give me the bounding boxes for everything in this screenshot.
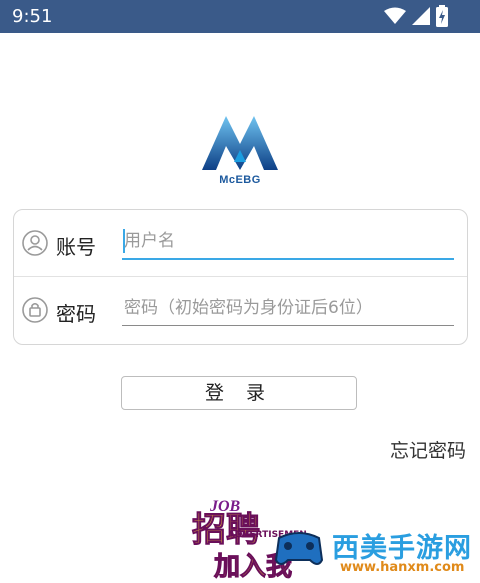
logo-text: McEBG (219, 174, 261, 186)
status-bar: 9:51 (0, 0, 480, 33)
username-row: 账号 (14, 210, 467, 276)
password-row: 密码 (14, 277, 467, 343)
battery-charging-icon (436, 5, 448, 27)
password-underline (122, 325, 454, 326)
login-button[interactable]: 登 录 (121, 376, 357, 410)
login-form: 账号 密码 (13, 209, 468, 345)
username-label: 账号 (56, 235, 96, 259)
watermark-title: 招聘 (192, 510, 261, 551)
user-icon (22, 230, 48, 256)
gamepad-icon (274, 532, 324, 565)
forgot-password-link[interactable]: 忘记密码 (390, 436, 466, 463)
text-cursor (123, 229, 125, 253)
wifi-icon (384, 7, 406, 25)
password-input[interactable] (122, 291, 456, 325)
status-time: 9:51 (12, 6, 53, 27)
watermark-url: www.hanxm.com (340, 560, 465, 575)
status-icons (384, 5, 448, 27)
username-underline (122, 258, 454, 260)
signal-icon (412, 7, 430, 25)
password-label: 密码 (56, 302, 96, 326)
lock-icon (22, 297, 48, 323)
watermark: JOB 招聘 ADVERTISEMEN 加入我 西美手游网 www.hanxm.… (180, 476, 480, 583)
username-input[interactable] (122, 224, 456, 258)
